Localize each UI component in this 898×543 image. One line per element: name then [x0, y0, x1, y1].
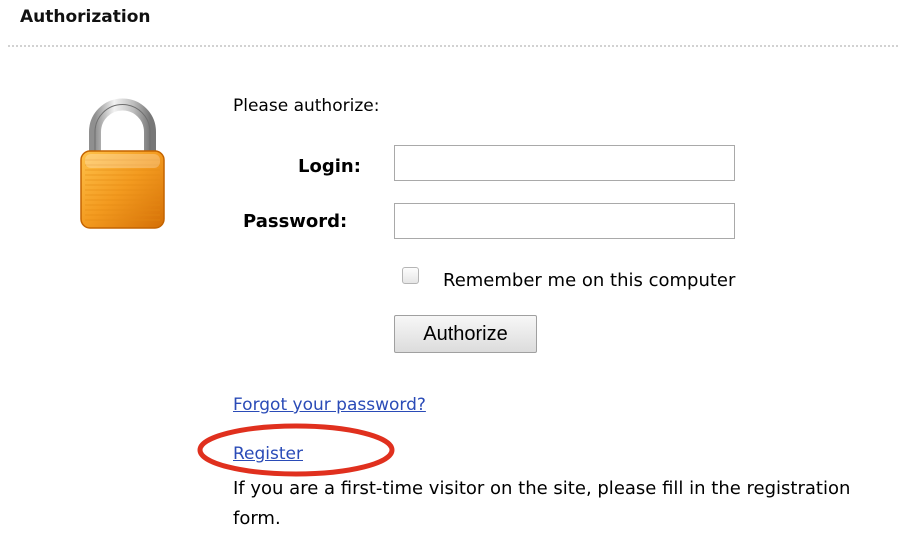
- login-label: Login:: [298, 156, 361, 177]
- register-link[interactable]: Register: [233, 444, 303, 464]
- remember-me-label[interactable]: Remember me on this computer: [443, 270, 735, 291]
- authorize-prompt: Please authorize:: [233, 96, 380, 116]
- remember-me-checkbox[interactable]: [402, 267, 419, 284]
- password-input[interactable]: [394, 203, 735, 239]
- register-note: If you are a first-time visitor on the s…: [233, 478, 851, 529]
- authorize-button[interactable]: Authorize: [394, 315, 537, 353]
- page-title: Authorization: [20, 7, 151, 27]
- title-divider: [8, 45, 898, 47]
- lock-icon: [80, 98, 165, 229]
- forgot-password-link[interactable]: Forgot your password?: [233, 395, 426, 415]
- password-label: Password:: [243, 211, 348, 232]
- authorization-panel: Authorization Please authorize: Login: P…: [8, 0, 898, 543]
- login-input[interactable]: [394, 145, 735, 181]
